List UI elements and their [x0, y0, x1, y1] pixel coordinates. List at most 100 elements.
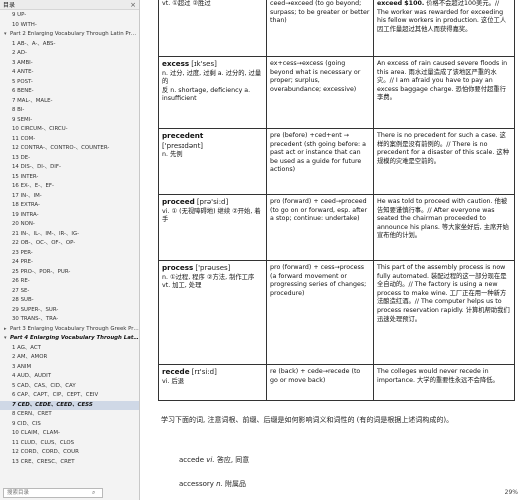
word-entry: accessory n. 附属品 — [179, 479, 246, 489]
toc-item-label: 2 AD- — [12, 50, 27, 56]
toc-item[interactable]: 17 IN-、IM- — [0, 192, 139, 202]
toc-item[interactable]: 9 SEMI- — [0, 116, 139, 126]
search-icon[interactable]: ⌕ — [92, 489, 95, 497]
toc-item[interactable]: 8 CERN、CRET — [0, 410, 139, 420]
toc-item[interactable]: 13 DE- — [0, 154, 139, 164]
close-icon[interactable]: × — [130, 1, 136, 9]
toc-item[interactable]: 7 CED、CEDE、CEED、CESS — [0, 400, 139, 410]
etymology: re (back) + cede→recede (to go or move b… — [270, 368, 361, 384]
toc-item[interactable]: 24 PRE- — [0, 258, 139, 268]
toc-part-item[interactable]: ▸ Part 3 Enlarging Vocabulary Through Gre… — [0, 325, 139, 335]
toc-item[interactable]: 9 CID、CIS — [0, 420, 139, 430]
toc-item[interactable]: 26 RE- — [0, 277, 139, 287]
toc-part-item[interactable]: ▾ Part 2 Enlarging Vocabulary Through Lat… — [0, 30, 139, 40]
toc-item[interactable]: 7 MAL-、MALE- — [0, 97, 139, 107]
entry-meaning: 答应, 同意 — [216, 456, 250, 464]
antonym: 反 n. shortage, deficiency a. insufficien… — [162, 86, 251, 103]
toc-item[interactable]: 23 PER- — [0, 249, 139, 259]
toc-item[interactable]: 10 CIRCUM-、CIRCU- — [0, 125, 139, 135]
sidebar-title: 目录 — [3, 2, 16, 9]
example: An excess of rain caused severe floods i… — [377, 60, 508, 102]
toc-item-label: 1 AG、ACT — [12, 344, 41, 351]
toc-item[interactable]: 1 AB-、A-、ABS- — [0, 40, 139, 50]
toc-item[interactable]: 25 PRO-、POR-、PUR- — [0, 268, 139, 278]
toc-item-label: Part 2 Enlarging Vocabulary Through Lati… — [10, 31, 139, 37]
toc-item-label: 14 DIS-、DI-、DIF- — [12, 164, 61, 170]
toc-item[interactable]: 11 COM- — [0, 135, 139, 145]
toc-item-label: Part 4 Enlarging Vocabulary Through Lati… — [10, 335, 139, 341]
toc-item[interactable]: 28 SUB- — [0, 296, 139, 306]
toc-item[interactable]: 9 UP- — [0, 11, 139, 21]
toc-item[interactable]: 8 BI- — [0, 106, 139, 116]
toc-item[interactable]: 10 CLAIM、CLAM- — [0, 429, 139, 439]
definition: n. ①过程, 程序 ②方法, 制作工序 vt. 加工, 处理 — [162, 273, 255, 290]
toc-item-label: 20 NON- — [12, 221, 35, 227]
toc-item[interactable]: 5 CAD、CAS、CID、CAY — [0, 382, 139, 392]
toc-item[interactable]: 2 AM、AMOR — [0, 353, 139, 363]
toc-item[interactable]: 2 AD- — [0, 49, 139, 59]
definition: vt. ①超过 ②胜过 — [162, 0, 211, 7]
sidebar-header: 目录 × — [0, 0, 139, 10]
table-row: process ['prəuses] n. ①过程, 程序 ②方法, 制作工序 … — [158, 260, 515, 365]
toc-item[interactable]: 5 POST- — [0, 78, 139, 88]
toc-item-label: 6 BENE- — [12, 88, 34, 94]
toc-item[interactable]: 29 SUPER-、SUR- — [0, 306, 139, 316]
headword: recede — [162, 367, 190, 376]
toc-item-label: 3 ANIM — [12, 363, 32, 370]
toc-item[interactable]: 18 EXTRA- — [0, 201, 139, 211]
etymology: ex+cess→excess (going beyond what is nec… — [270, 60, 361, 93]
toc-item[interactable]: 12 CORD、CORD、COUR — [0, 448, 139, 458]
toc-item-label: 28 SUB- — [12, 297, 34, 303]
definition: vi. 后退 — [162, 377, 185, 385]
toc-item[interactable]: 6 CAP、CAPT、CIP、CEPT、CEIV — [0, 391, 139, 401]
toc-item[interactable]: 11 CLUD、CLUS、CLOS — [0, 439, 139, 449]
toc-item-label: 19 INTRA- — [12, 211, 39, 218]
example-bold: exceed $100. — [377, 0, 425, 7]
toc-item[interactable]: 13 CRE、CRESC、CRET — [0, 458, 139, 468]
toc-item[interactable]: 4 ANTE- — [0, 68, 139, 78]
toc-item[interactable]: 30 TRANS-、TRA- — [0, 315, 139, 325]
toc-item-label: 9 CID、CIS — [12, 420, 41, 427]
entry-pos: n. — [216, 480, 223, 488]
toc-item[interactable]: 1 AG、ACT — [0, 344, 139, 354]
example: The colleges would never recede in impor… — [377, 368, 499, 384]
toc-item-label: 5 POST- — [12, 78, 33, 85]
toc-item[interactable]: 27 SE- — [0, 287, 139, 297]
toc-item[interactable]: 14 DIS-、DI-、DIF- — [0, 163, 139, 173]
toc-item[interactable]: 6 BENE- — [0, 87, 139, 97]
definition: n. 过分, 过度, 过剩 a. 过分的, 过量的 — [162, 69, 262, 86]
toc-item[interactable]: 12 CONTRA-、CONTRO-、COUNTER- — [0, 144, 139, 154]
toc-item-label: 11 COM- — [12, 135, 36, 142]
toc-item-label: 15 INTER- — [12, 173, 39, 180]
toc-item-label: 3 AMBI- — [12, 59, 33, 66]
toc-item[interactable]: 3 AMBI- — [0, 59, 139, 69]
toc-item-label: 26 RE- — [12, 278, 30, 284]
entry-pos: vi. — [206, 456, 215, 464]
toc-item-label: 8 CERN、CRET — [12, 411, 52, 417]
table-row: recede [rɪ'si:d] vi. 后退 re (back) + cede… — [158, 364, 515, 401]
toc-item-label: 2 AM、AMOR — [12, 354, 48, 360]
toc-item[interactable]: 22 OB-、OC-、OF-、OP- — [0, 239, 139, 249]
toc-item[interactable]: 21 IN-、IL-、IM-、IR-、IG- — [0, 230, 139, 240]
toc-item[interactable]: 19 INTRA- — [0, 211, 139, 221]
entry-word: accede — [179, 456, 205, 464]
toc-item[interactable]: 4 AUD、AUDIT — [0, 372, 139, 382]
toc-item-label: 24 PRE- — [12, 259, 33, 265]
toc-item-label: 6 CAP、CAPT、CIP、CEPT、CEIV — [12, 392, 99, 398]
toc-item-label: 9 UP- — [12, 12, 27, 18]
toc-item[interactable]: 15 INTER- — [0, 173, 139, 183]
table-row: proceed [prə'si:d] vi. ① (无视障碍地) 继续 ②开始,… — [158, 194, 515, 261]
toc-item[interactable]: 3 ANIM — [0, 363, 139, 373]
phonetic: [ɪk'ses] — [191, 60, 217, 68]
toc-sidebar: 目录 × 9 UP- 10 WITH- ▾ Part 2 Enlarging Voca… — [0, 0, 140, 500]
toc-search-input[interactable] — [3, 488, 103, 498]
toc-part-item[interactable]: ▾ Part 4 Enlarging Vocabulary Through Lat… — [0, 334, 139, 344]
toc-item[interactable]: 16 EX-、E-、EF- — [0, 182, 139, 192]
etymology: pre (before) +ced+ent → precedent (sth g… — [270, 132, 367, 174]
document-page: vt. ①超过 ②胜过 ceed→exceed (to go beyond; s… — [141, 0, 522, 500]
toc-item[interactable]: 10 WITH- — [0, 21, 139, 31]
etymology: ceed→exceed (to go beyond; surpass; to b… — [270, 0, 370, 25]
toc-item[interactable]: 20 NON- — [0, 220, 139, 230]
entry-word: accessory — [179, 480, 214, 488]
example: This part of the assembly process is now… — [377, 264, 510, 323]
